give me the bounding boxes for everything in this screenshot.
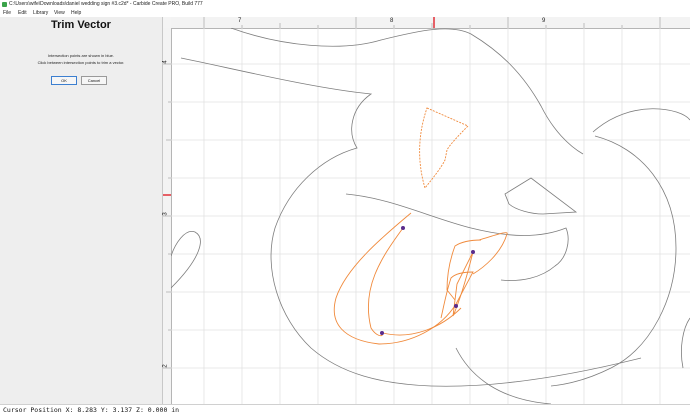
intersection-point-4 <box>380 331 384 335</box>
ok-button[interactable]: OK <box>51 76 77 85</box>
canvas-drawing <box>170 27 690 405</box>
selected-outer-arc <box>333 212 474 345</box>
selected-small-tail <box>472 232 508 275</box>
menu-library[interactable]: Library <box>33 9 48 17</box>
ruler-label-8: 8 <box>390 18 394 24</box>
vector-right-loop <box>592 108 690 133</box>
status-bar: Cursor Position X: 8.283 Y: 3.137 Z: 0.0… <box>0 404 690 415</box>
selected-lower-wave <box>382 307 462 336</box>
title-bar: C:\Users\wife\Downloads\daniel wedding s… <box>0 0 690 9</box>
vector-left-stroke <box>180 57 642 387</box>
panel-info-line-2: Click between intersection points to tri… <box>37 60 125 65</box>
vector-top-arc <box>230 27 584 155</box>
menu-view[interactable]: View <box>54 9 65 17</box>
vector-right-edge <box>681 317 690 369</box>
menu-edit[interactable]: Edit <box>18 9 27 17</box>
vector-small-triangle <box>504 177 578 215</box>
panel-title: Trim Vector <box>51 19 111 31</box>
intersection-point-2 <box>471 250 475 254</box>
panel-info-line-1: Intersection points are shown in blue. <box>47 53 115 58</box>
menu-bar: File Edit Library View Help <box>0 9 170 17</box>
selected-top-shard <box>419 107 469 189</box>
intersection-point-3 <box>454 304 458 308</box>
vector-left-ear <box>170 230 201 289</box>
menu-file[interactable]: File <box>3 9 11 17</box>
ruler-label-3: 3 <box>162 212 169 216</box>
design-canvas[interactable] <box>170 27 690 405</box>
ruler-label-7: 7 <box>238 18 242 24</box>
cancel-button[interactable]: Cancel <box>81 76 107 85</box>
window-title: C:\Users\wife\Downloads\daniel wedding s… <box>9 1 203 7</box>
menu-help[interactable]: Help <box>71 9 81 17</box>
vector-right-body <box>550 135 677 387</box>
vector-mid-sweep <box>345 193 569 281</box>
selected-inner-arc <box>367 227 404 337</box>
ruler-label-2: 2 <box>162 364 169 368</box>
selected-vectors <box>333 107 508 345</box>
ruler-label-4: 4 <box>162 60 169 64</box>
canvas-grid <box>171 28 690 404</box>
app-icon <box>2 2 7 7</box>
intersection-point-1 <box>401 226 405 230</box>
trim-vector-panel: Trim Vector Intersection points are show… <box>0 17 163 404</box>
ruler-label-9: 9 <box>542 18 546 24</box>
